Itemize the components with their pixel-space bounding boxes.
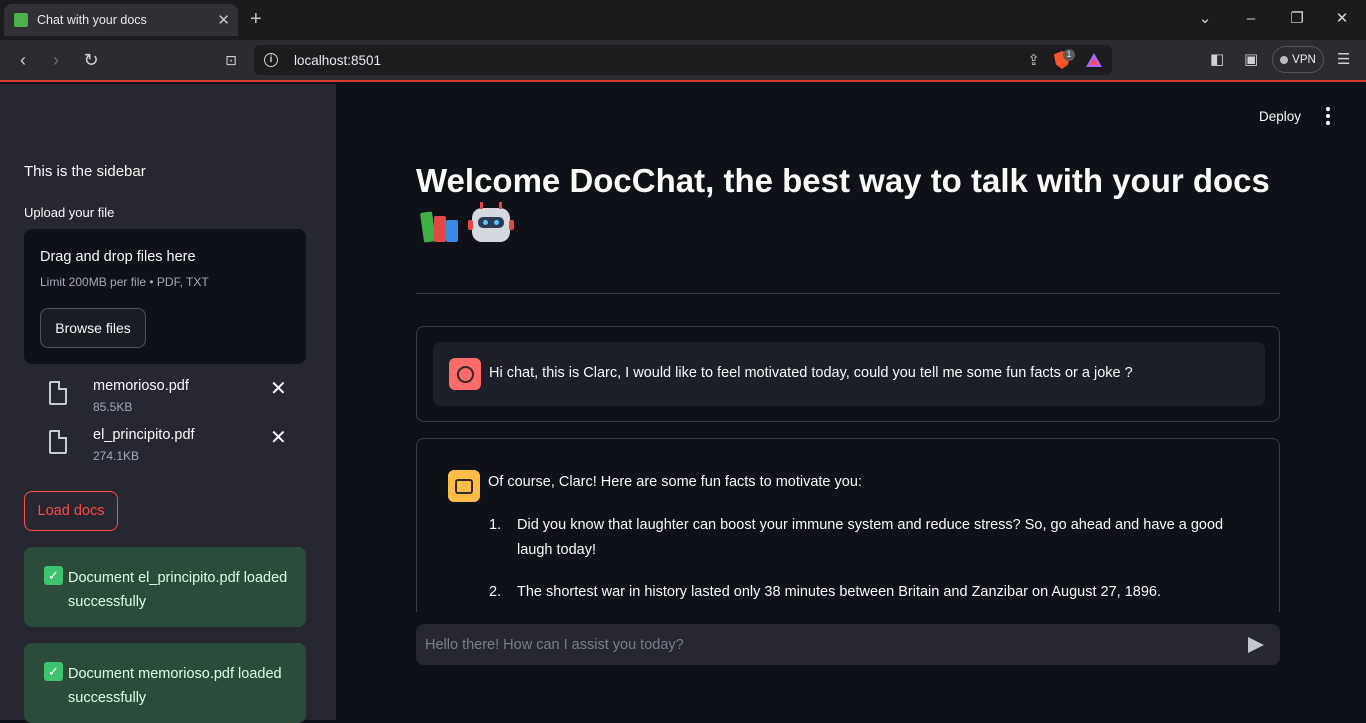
- address-bar[interactable]: i localhost:8501 ⇪: [254, 45, 1112, 75]
- success-alert: ✓ Document el_principito.pdf loaded succ…: [24, 547, 306, 627]
- vpn-button[interactable]: VPN: [1272, 46, 1324, 73]
- chat-message-container: Of course, Clarc! Here are some fun fact…: [416, 438, 1280, 612]
- wallet-icon[interactable]: ▣: [1244, 50, 1258, 68]
- file-dropzone[interactable]: Drag and drop files here Limit 200MB per…: [24, 229, 306, 364]
- close-icon[interactable]: ✕: [217, 11, 230, 29]
- check-icon: ✓: [44, 566, 63, 585]
- success-alert-text: Document el_principito.pdf loaded succes…: [68, 570, 288, 610]
- chat-input[interactable]: [416, 624, 1280, 665]
- share-icon[interactable]: ⇪: [1027, 51, 1040, 69]
- user-message: Hi chat, this is Clarc, I would like to …: [433, 342, 1265, 406]
- window-close-icon[interactable]: ✕: [1330, 8, 1354, 30]
- remove-file-icon[interactable]: ✕: [270, 379, 287, 399]
- page-title: Welcome DocChat, the best way to talk wi…: [416, 162, 1270, 199]
- file-name: el_principito.pdf: [93, 427, 195, 443]
- reload-icon[interactable]: ↻: [80, 49, 102, 71]
- success-alert-text: Document memorioso.pdf loaded successful…: [68, 666, 282, 706]
- restore-icon[interactable]: ❐: [1285, 8, 1309, 30]
- chat-message-container: Hi chat, this is Clarc, I would like to …: [416, 326, 1280, 422]
- list-item-number: 2.: [489, 584, 502, 600]
- dropzone-title: Drag and drop files here: [40, 249, 196, 265]
- list-item-number: 1.: [489, 517, 502, 533]
- browser-tab[interactable]: Chat with your docs ✕: [4, 4, 238, 36]
- browse-files-button[interactable]: Browse files: [40, 308, 146, 348]
- list-item: 1. Did you know that laughter can boost …: [489, 513, 1249, 563]
- bot-avatar-icon: [448, 470, 480, 502]
- bookmark-icon[interactable]: ⊡: [220, 49, 242, 71]
- tab-title: Chat with your docs: [37, 13, 147, 27]
- uploaded-file-item: memorioso.pdf 85.5KB ✕: [24, 376, 306, 420]
- book-icon: [14, 13, 28, 27]
- uploaded-file-item: el_principito.pdf 274.1KB ✕: [24, 425, 306, 469]
- user-message-text: Hi chat, this is Clarc, I would like to …: [489, 365, 1133, 381]
- file-icon: [49, 381, 67, 405]
- load-docs-button[interactable]: Load docs: [24, 491, 118, 531]
- user-avatar-icon: [449, 358, 481, 390]
- file-size: 274.1KB: [93, 449, 140, 463]
- menu-icon[interactable]: ☰: [1337, 50, 1350, 68]
- books-emoji: [419, 206, 460, 243]
- forward-icon[interactable]: ›: [45, 49, 67, 71]
- minimize-icon[interactable]: –: [1239, 8, 1263, 30]
- file-size: 85.5KB: [93, 400, 133, 414]
- check-icon: ✓: [44, 662, 63, 681]
- plus-icon[interactable]: +: [250, 9, 262, 29]
- kebab-icon[interactable]: [1324, 106, 1332, 126]
- send-icon[interactable]: [1246, 636, 1266, 654]
- assistant-fact-list: 1. Did you know that laughter can boost …: [489, 513, 1249, 612]
- browser-tab-bar: Chat with your docs ✕ + ⌄ – ❐ ✕: [0, 0, 1366, 40]
- tab-search-chevron-icon[interactable]: ⌄: [1193, 8, 1217, 30]
- robot-emoji: [468, 202, 514, 242]
- list-item-text: The shortest war in history lasted only …: [517, 584, 1162, 600]
- vpn-status-icon: [1280, 55, 1289, 64]
- info-icon[interactable]: i: [264, 53, 278, 67]
- deploy-button[interactable]: Deploy: [1259, 109, 1301, 124]
- divider: [416, 293, 1280, 294]
- url-text[interactable]: localhost:8501: [294, 53, 1027, 68]
- assistant-message-intro: Of course, Clarc! Here are some fun fact…: [488, 474, 862, 490]
- main-content: Deploy Welcome DocChat, the best way to …: [336, 84, 1366, 720]
- browser-toolbar: ‹ › ↻ ⊡ i localhost:8501 ⇪ 1 ◧ ▣ VPN ☰: [0, 40, 1366, 82]
- success-alert: ✓ Document memorioso.pdf loaded successf…: [24, 643, 306, 723]
- upload-label: Upload your file: [24, 205, 115, 220]
- list-item-text: Did you know that laughter can boost you…: [517, 517, 1224, 558]
- dropzone-limit: Limit 200MB per file • PDF, TXT: [40, 275, 209, 289]
- sidebar-title: This is the sidebar: [24, 163, 146, 180]
- vpn-label: VPN: [1292, 53, 1316, 66]
- back-icon[interactable]: ‹: [12, 49, 34, 71]
- sidebar: This is the sidebar Upload your file Dra…: [0, 84, 336, 723]
- file-icon: [49, 430, 67, 454]
- file-name: memorioso.pdf: [93, 378, 189, 394]
- shield-count-badge: 1: [1063, 49, 1075, 61]
- remove-file-icon[interactable]: ✕: [270, 428, 287, 448]
- list-item: 2. The shortest war in history lasted on…: [489, 580, 1249, 605]
- sidebar-icon[interactable]: ◧: [1210, 50, 1224, 68]
- bat-icon[interactable]: [1086, 53, 1102, 67]
